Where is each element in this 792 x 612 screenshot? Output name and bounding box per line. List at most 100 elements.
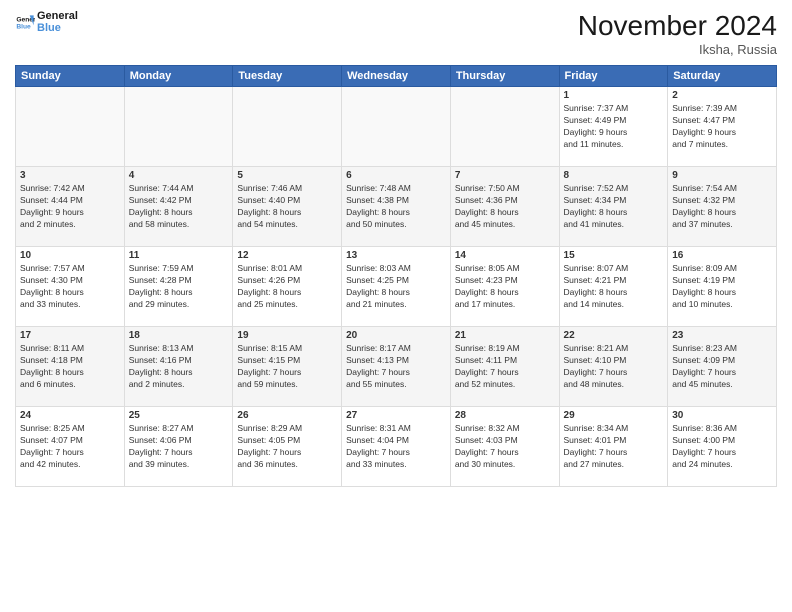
- col-sunday: Sunday: [16, 66, 125, 87]
- day-number: 8: [564, 170, 664, 181]
- day-number: 28: [455, 410, 555, 421]
- day-info: Sunrise: 8:27 AMSunset: 4:06 PMDaylight:…: [129, 423, 229, 471]
- day-number: 2: [672, 90, 772, 101]
- table-row: 29Sunrise: 8:34 AMSunset: 4:01 PMDayligh…: [559, 407, 668, 487]
- logo: General Blue General Blue: [15, 10, 78, 34]
- table-row: 2 Sunrise: 7:39 AMSunset: 4:47 PMDaylight…: [668, 87, 777, 167]
- day-number: 6: [346, 170, 446, 181]
- col-friday: Friday: [559, 66, 668, 87]
- table-row: 13 Sunrise: 8:03 AMSunset: 4:25 PMDayligh…: [342, 247, 451, 327]
- day-number: 12: [237, 250, 337, 261]
- day-info: Sunrise: 8:01 AMSunset: 4:26 PMDaylight:…: [237, 263, 337, 311]
- day-info: Sunrise: 7:42 AMSunset: 4:44 PMDaylight:…: [20, 183, 120, 231]
- day-info: Sunrise: 8:36 AMSunset: 4:00 PMDaylight:…: [672, 423, 772, 471]
- logo-icon: General Blue: [15, 12, 35, 32]
- table-row: 10Sunrise: 7:57 AMSunset: 4:30 PMDayligh…: [16, 247, 125, 327]
- day-info: Sunrise: 8:23 AMSunset: 4:09 PMDaylight:…: [672, 343, 772, 391]
- day-info: Sunrise: 7:54 AMSunset: 4:32 PMDaylight:…: [672, 183, 772, 231]
- day-info: Sunrise: 7:48 AMSunset: 4:38 PMDaylight:…: [346, 183, 446, 231]
- day-info: Sunrise: 8:05 AMSunset: 4:23 PMDaylight:…: [455, 263, 555, 311]
- day-number: 17: [20, 330, 120, 341]
- table-row: 27 Sunrise: 8:31 AMSunset: 4:04 PMDayligh…: [342, 407, 451, 487]
- table-row: 11 Sunrise: 7:59 AMSunset: 4:28 PMDayligh…: [124, 247, 233, 327]
- day-info: Sunrise: 7:46 AMSunset: 4:40 PMDaylight:…: [237, 183, 337, 231]
- table-row: 9 Sunrise: 7:54 AMSunset: 4:32 PMDaylight…: [668, 167, 777, 247]
- table-row: 22Sunrise: 8:21 AMSunset: 4:10 PMDayligh…: [559, 327, 668, 407]
- svg-text:Blue: Blue: [16, 24, 31, 31]
- day-info: Sunrise: 8:21 AMSunset: 4:10 PMDaylight:…: [564, 343, 664, 391]
- header: General Blue General Blue November 2024 …: [15, 10, 777, 57]
- day-info: Sunrise: 8:19 AMSunset: 4:11 PMDaylight:…: [455, 343, 555, 391]
- table-row: 20Sunrise: 8:17 AMSunset: 4:13 PMDayligh…: [342, 327, 451, 407]
- day-info: Sunrise: 7:52 AMSunset: 4:34 PMDaylight:…: [564, 183, 664, 231]
- table-row: 19Sunrise: 8:15 AMSunset: 4:15 PMDayligh…: [233, 327, 342, 407]
- day-number: 14: [455, 250, 555, 261]
- month-title: November 2024: [578, 10, 777, 42]
- table-row: 16Sunrise: 8:09 AMSunset: 4:19 PMDayligh…: [668, 247, 777, 327]
- calendar-table: Sunday Monday Tuesday Wednesday Thursday…: [15, 65, 777, 487]
- day-info: Sunrise: 8:13 AMSunset: 4:16 PMDaylight:…: [129, 343, 229, 391]
- table-row: [16, 87, 125, 167]
- day-info: Sunrise: 8:32 AMSunset: 4:03 PMDaylight:…: [455, 423, 555, 471]
- table-row: [450, 87, 559, 167]
- calendar-week-row: 17 Sunrise: 8:11 AMSunset: 4:18 PMDayligh…: [16, 327, 777, 407]
- day-number: 25: [129, 410, 229, 421]
- col-tuesday: Tuesday: [233, 66, 342, 87]
- day-number: 9: [672, 170, 772, 181]
- table-row: 6 Sunrise: 7:48 AMSunset: 4:38 PMDaylight…: [342, 167, 451, 247]
- day-info: Sunrise: 8:31 AMSunset: 4:04 PMDaylight:…: [346, 423, 446, 471]
- table-row: [124, 87, 233, 167]
- table-row: [342, 87, 451, 167]
- location: Iksha, Russia: [578, 42, 777, 57]
- logo-text-blue: Blue: [37, 22, 78, 34]
- table-row: 24Sunrise: 8:25 AMSunset: 4:07 PMDayligh…: [16, 407, 125, 487]
- table-row: 14 Sunrise: 8:05 AMSunset: 4:23 PMDayligh…: [450, 247, 559, 327]
- day-number: 5: [237, 170, 337, 181]
- day-number: 24: [20, 410, 120, 421]
- table-row: 5 Sunrise: 7:46 AMSunset: 4:40 PMDaylight…: [233, 167, 342, 247]
- table-row: 18 Sunrise: 8:13 AMSunset: 4:16 PMDayligh…: [124, 327, 233, 407]
- col-saturday: Saturday: [668, 66, 777, 87]
- day-number: 15: [564, 250, 664, 261]
- day-number: 4: [129, 170, 229, 181]
- day-number: 21: [455, 330, 555, 341]
- table-row: 1Sunrise: 7:37 AMSunset: 4:49 PMDaylight…: [559, 87, 668, 167]
- col-monday: Monday: [124, 66, 233, 87]
- day-info: Sunrise: 8:15 AMSunset: 4:15 PMDaylight:…: [237, 343, 337, 391]
- day-number: 18: [129, 330, 229, 341]
- table-row: 23 Sunrise: 8:23 AMSunset: 4:09 PMDayligh…: [668, 327, 777, 407]
- day-info: Sunrise: 7:50 AMSunset: 4:36 PMDaylight:…: [455, 183, 555, 231]
- table-row: 21 Sunrise: 8:19 AMSunset: 4:11 PMDayligh…: [450, 327, 559, 407]
- table-row: 7Sunrise: 7:50 AMSunset: 4:36 PMDaylight…: [450, 167, 559, 247]
- day-info: Sunrise: 8:34 AMSunset: 4:01 PMDaylight:…: [564, 423, 664, 471]
- table-row: 12 Sunrise: 8:01 AMSunset: 4:26 PMDayligh…: [233, 247, 342, 327]
- day-number: 1: [564, 90, 664, 101]
- day-number: 16: [672, 250, 772, 261]
- calendar-week-row: 10Sunrise: 7:57 AMSunset: 4:30 PMDayligh…: [16, 247, 777, 327]
- day-number: 30: [672, 410, 772, 421]
- table-row: 30 Sunrise: 8:36 AMSunset: 4:00 PMDayligh…: [668, 407, 777, 487]
- day-number: 3: [20, 170, 120, 181]
- day-number: 27: [346, 410, 446, 421]
- col-wednesday: Wednesday: [342, 66, 451, 87]
- table-row: 17 Sunrise: 8:11 AMSunset: 4:18 PMDayligh…: [16, 327, 125, 407]
- table-row: 3 Sunrise: 7:42 AMSunset: 4:44 PMDaylight…: [16, 167, 125, 247]
- table-row: 15 Sunrise: 8:07 AMSunset: 4:21 PMDayligh…: [559, 247, 668, 327]
- calendar-week-row: 24Sunrise: 8:25 AMSunset: 4:07 PMDayligh…: [16, 407, 777, 487]
- day-info: Sunrise: 8:03 AMSunset: 4:25 PMDaylight:…: [346, 263, 446, 311]
- day-info: Sunrise: 8:11 AMSunset: 4:18 PMDaylight:…: [20, 343, 120, 391]
- col-thursday: Thursday: [450, 66, 559, 87]
- day-info: Sunrise: 7:57 AMSunset: 4:30 PMDaylight:…: [20, 263, 120, 311]
- day-info: Sunrise: 7:59 AMSunset: 4:28 PMDaylight:…: [129, 263, 229, 311]
- table-row: [233, 87, 342, 167]
- table-row: 28 Sunrise: 8:32 AMSunset: 4:03 PMDayligh…: [450, 407, 559, 487]
- day-info: Sunrise: 8:07 AMSunset: 4:21 PMDaylight:…: [564, 263, 664, 311]
- day-info: Sunrise: 8:17 AMSunset: 4:13 PMDaylight:…: [346, 343, 446, 391]
- logo-text-general: General: [37, 10, 78, 22]
- calendar-week-row: 1Sunrise: 7:37 AMSunset: 4:49 PMDaylight…: [16, 87, 777, 167]
- calendar-week-row: 3 Sunrise: 7:42 AMSunset: 4:44 PMDaylight…: [16, 167, 777, 247]
- day-number: 11: [129, 250, 229, 261]
- day-number: 13: [346, 250, 446, 261]
- day-info: Sunrise: 7:39 AMSunset: 4:47 PMDaylight:…: [672, 103, 772, 151]
- day-number: 23: [672, 330, 772, 341]
